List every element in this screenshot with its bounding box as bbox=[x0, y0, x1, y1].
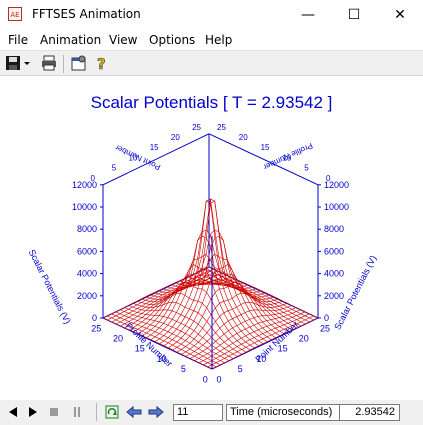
z-tick-label-right: 10000 bbox=[324, 202, 349, 212]
point-tick-label-top: 15 bbox=[150, 143, 159, 152]
point-tick-label-top: 5 bbox=[112, 164, 117, 173]
z-tick-label-right: 8000 bbox=[324, 224, 344, 234]
stop-icon[interactable] bbox=[46, 404, 62, 420]
profile-tick-label-top: 20 bbox=[239, 133, 248, 142]
time-label: Time (microseconds) bbox=[230, 406, 333, 418]
profile-tick-label: 25 bbox=[91, 323, 101, 333]
window-title: FFTSES Animation bbox=[32, 7, 141, 21]
frame-number-input[interactable]: 11 bbox=[173, 404, 223, 421]
title-bar: AE FFTSES Animation — ☐ ✕ bbox=[0, 0, 423, 30]
profile-tick-label: 0 bbox=[203, 374, 208, 384]
profile-tick-label-top: 15 bbox=[261, 143, 270, 152]
time-divider bbox=[339, 405, 340, 420]
time-value: 2.93542 bbox=[355, 406, 395, 418]
z-tick-label-left: 4000 bbox=[77, 269, 97, 279]
point-tick-label: 25 bbox=[320, 323, 330, 333]
point-tick-label-top: 20 bbox=[171, 133, 180, 142]
print-icon[interactable] bbox=[40, 54, 58, 72]
z-tick-label-left: 10000 bbox=[72, 202, 97, 212]
loop-icon[interactable] bbox=[104, 404, 120, 420]
z-tick-label-right: 4000 bbox=[324, 269, 344, 279]
point-tick-label-top: 0 bbox=[91, 174, 96, 183]
z-tick-label-right: 2000 bbox=[324, 291, 344, 301]
toolbar-separator bbox=[63, 55, 64, 73]
play-forward-icon[interactable] bbox=[25, 404, 41, 420]
step-forward-icon[interactable] bbox=[148, 404, 164, 420]
menu-view[interactable]: View bbox=[109, 33, 137, 47]
z-tick-label-left: 8000 bbox=[77, 224, 97, 234]
z-tick-label-right: 6000 bbox=[324, 246, 344, 256]
menu-options[interactable]: Options bbox=[149, 33, 195, 47]
save-dropdown-icon[interactable] bbox=[22, 54, 32, 72]
toolbar: ? bbox=[0, 50, 423, 76]
top-edge bbox=[208, 133, 319, 186]
menu-file[interactable]: File bbox=[8, 33, 28, 47]
left-z-axis-label: Scalar Potentials (V) bbox=[27, 248, 73, 326]
profile-tick-label-top: 5 bbox=[304, 164, 309, 173]
point-tick-label: 20 bbox=[299, 333, 309, 343]
surface-mesh-line bbox=[129, 278, 236, 331]
minimize-button[interactable]: — bbox=[285, 0, 331, 30]
properties-icon[interactable] bbox=[70, 54, 88, 72]
front-left-axis-label: Profile Number bbox=[124, 321, 175, 369]
profile-tick-label: 5 bbox=[181, 364, 186, 374]
time-readout: Time (microseconds) 2.93542 bbox=[226, 404, 400, 421]
controls-separator bbox=[96, 403, 97, 421]
app-icon: AE bbox=[8, 7, 22, 21]
profile-tick-label-top: 25 bbox=[217, 123, 226, 132]
save-icon[interactable] bbox=[4, 54, 22, 72]
pause-icon[interactable] bbox=[69, 404, 85, 420]
z-tick-label-left: 0 bbox=[92, 313, 97, 323]
point-tick-label-top: 25 bbox=[192, 123, 201, 132]
menu-animation[interactable]: Animation bbox=[40, 33, 101, 47]
z-tick-label-left: 2000 bbox=[77, 291, 97, 301]
profile-tick-label-top: 0 bbox=[326, 174, 331, 183]
svg-text:?: ? bbox=[97, 55, 106, 72]
close-button[interactable]: ✕ bbox=[377, 0, 423, 30]
top-edge bbox=[102, 133, 210, 186]
menu-help[interactable]: Help bbox=[205, 33, 232, 47]
plot-area: Scalar Potentials [ T = 2.93542 ] 0 0 2000… bbox=[0, 76, 423, 400]
point-tick-label: 5 bbox=[238, 364, 243, 374]
step-back-icon[interactable] bbox=[126, 404, 142, 420]
z-tick-label-right: 0 bbox=[324, 313, 329, 323]
menu-bar: File Animation View Options Help bbox=[0, 30, 423, 50]
help-icon[interactable]: ? bbox=[92, 54, 110, 72]
z-tick-label-left: 6000 bbox=[77, 246, 97, 256]
point-tick-label: 0 bbox=[216, 374, 221, 384]
maximize-button[interactable]: ☐ bbox=[331, 0, 377, 30]
surface-plot: 0 02000 20004000 40006000 60008000 800010000 1… bbox=[27, 123, 379, 384]
play-backward-icon[interactable] bbox=[5, 404, 21, 420]
profile-tick-label: 20 bbox=[113, 333, 123, 343]
